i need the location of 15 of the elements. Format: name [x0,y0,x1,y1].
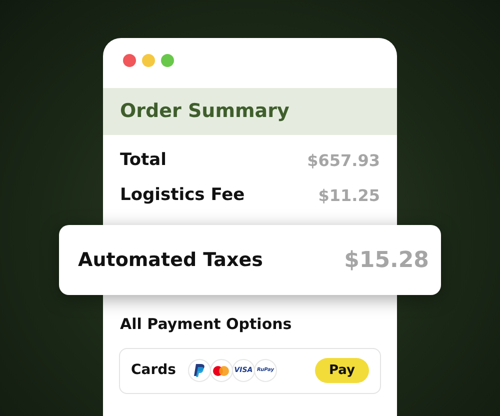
highlight-label: Automated Taxes [78,248,263,273]
highlight-value: $15.28 [344,246,429,274]
row-label: Total [120,148,166,172]
window-control[interactable] [142,54,155,67]
window-control[interactable] [123,54,136,67]
row-value: $657.93 [307,150,380,172]
window-control[interactable] [161,54,174,67]
mastercard-logo-icon [210,359,233,382]
pay-button[interactable]: Pay [314,358,369,384]
paypal-logo-icon [188,359,211,382]
payment-title: All Payment Options [119,314,293,335]
row-label: Logistics Fee [120,184,245,207]
summary-title: Order Summary [120,99,290,124]
method-label: Cards [131,361,176,380]
row-value: $11.25 [318,184,380,206]
